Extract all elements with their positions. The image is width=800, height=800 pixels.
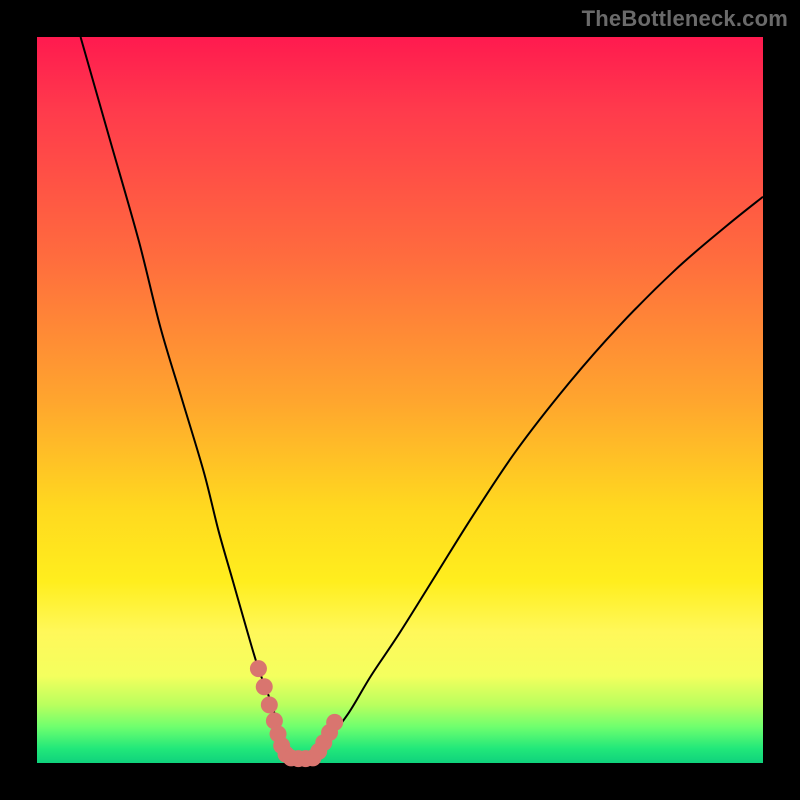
right-curve	[313, 197, 763, 760]
plot-area	[37, 37, 763, 763]
marker-dot	[250, 660, 267, 677]
marker-dot	[326, 714, 343, 731]
highlighted-markers	[250, 660, 343, 767]
marker-dot	[261, 696, 278, 713]
chart-svg	[37, 37, 763, 763]
marker-dot	[256, 678, 273, 695]
watermark-text: TheBottleneck.com	[582, 6, 788, 32]
chart-frame: TheBottleneck.com	[0, 0, 800, 800]
left-curve	[81, 37, 292, 759]
